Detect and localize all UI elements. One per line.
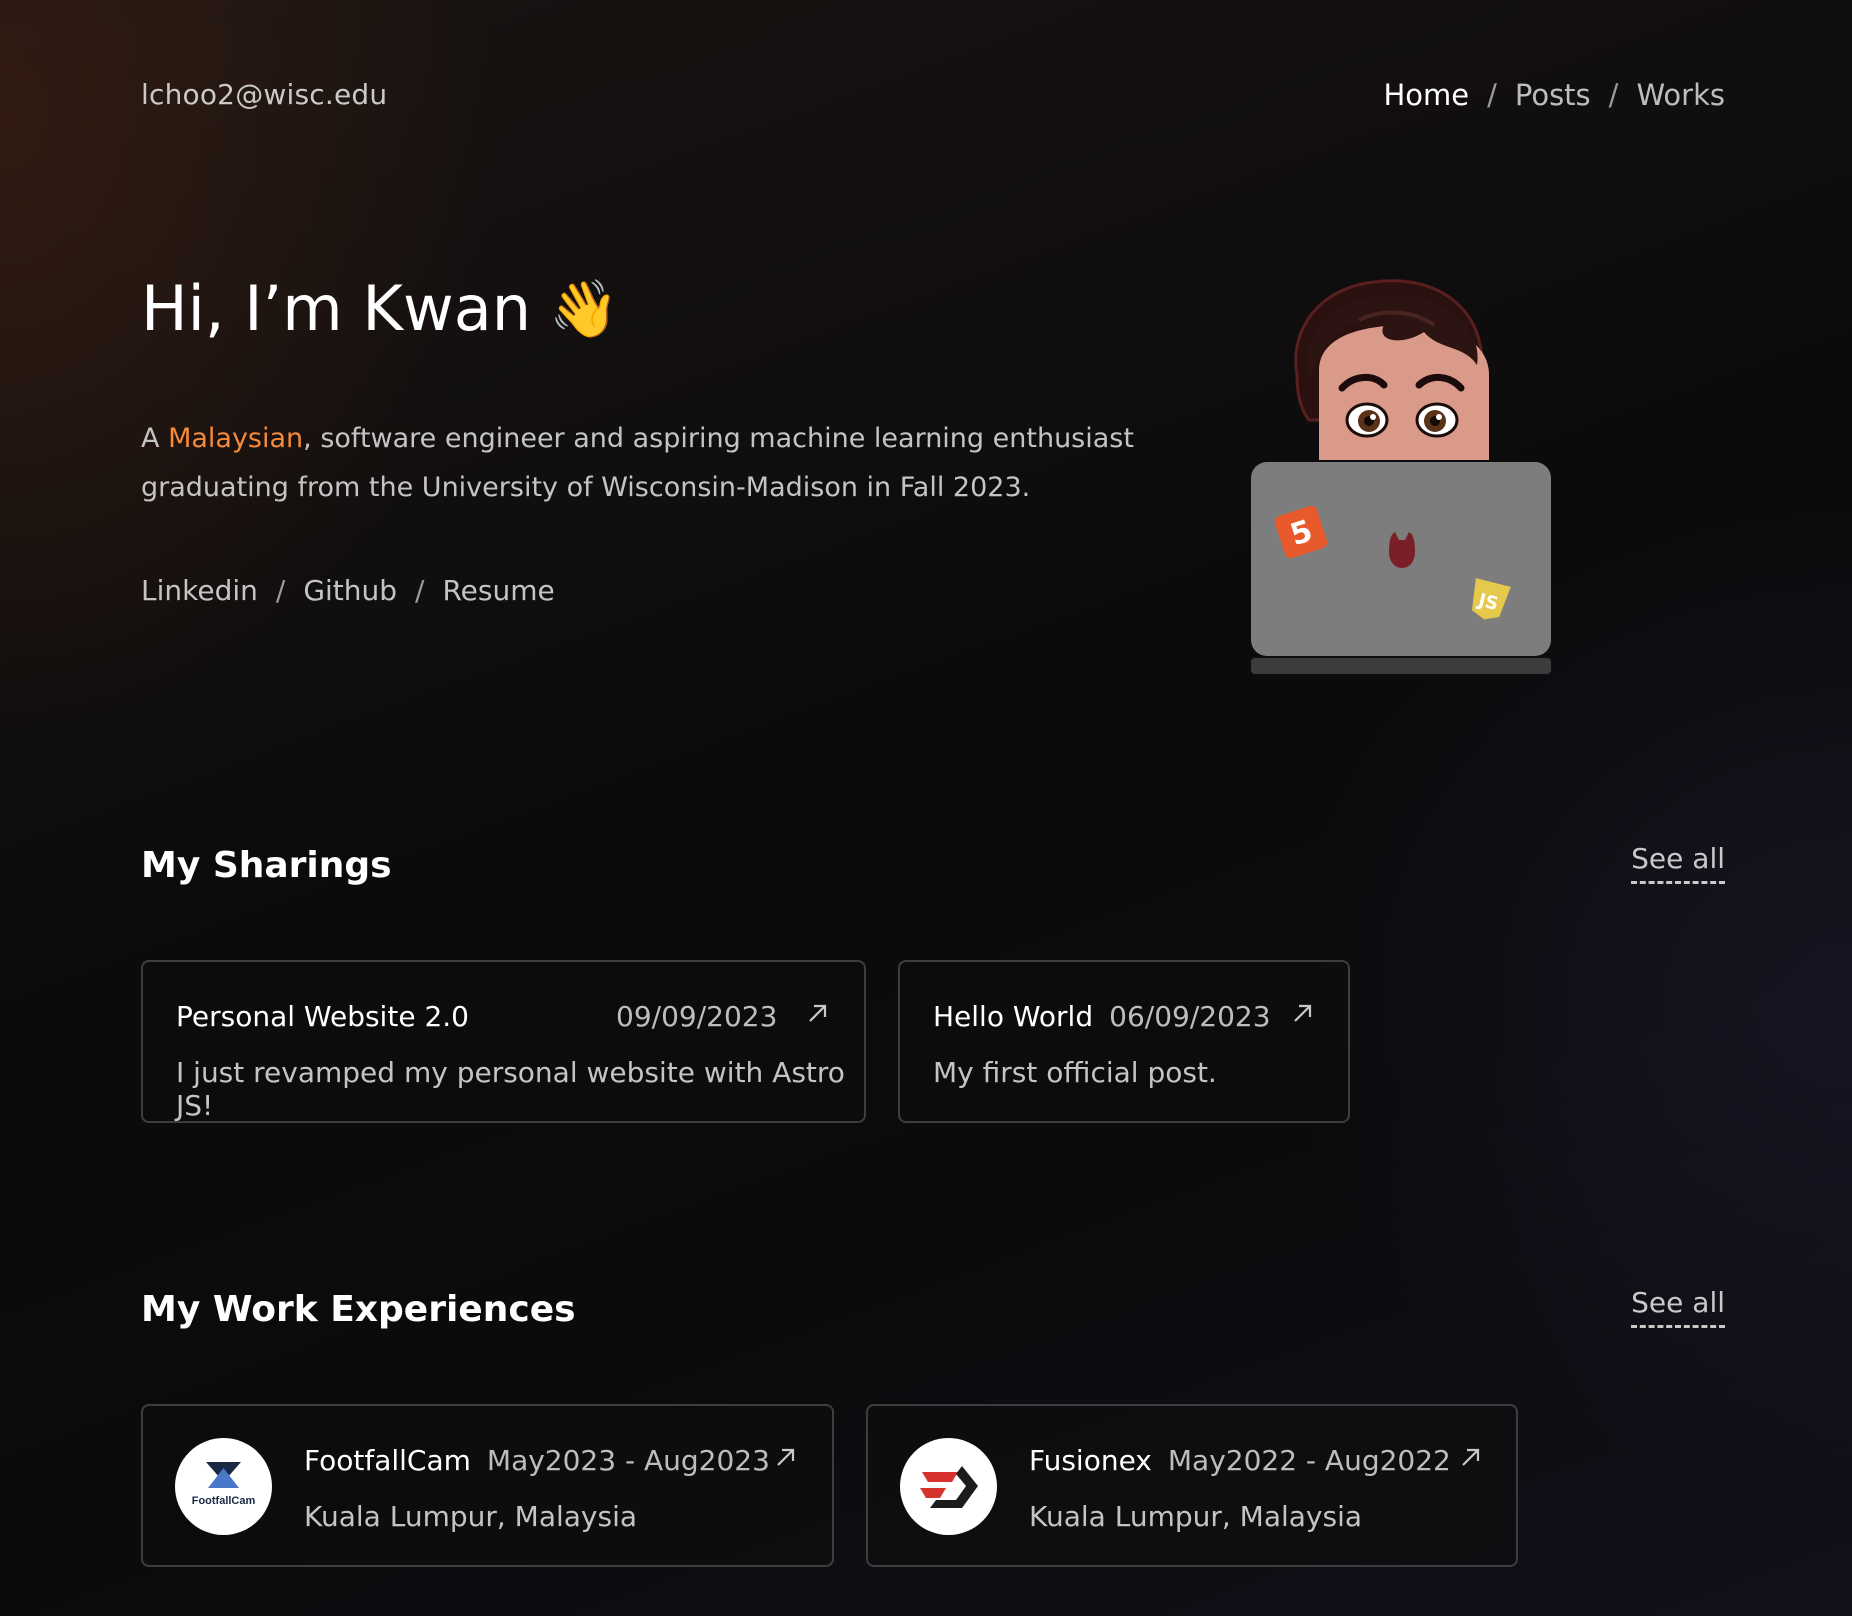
post-card[interactable]: Hello World 06/09/2023 My first official… [898,960,1350,1123]
nav-posts[interactable]: Posts [1515,78,1591,112]
work-card-header: FootfallCam May2023 - Aug2023 [304,1444,770,1477]
post-card-header: Personal Website 2.0 [176,1000,469,1033]
work-period: May2022 - Aug2022 [1167,1444,1451,1477]
sharings-see-all-link[interactable]: See all [1631,842,1725,884]
sharings-title: My Sharings [141,845,392,886]
post-title: Personal Website 2.0 [176,1000,469,1033]
nav-separator: / [1608,78,1619,112]
work-card-header: Fusionex May2022 - Aug2022 [1029,1444,1451,1477]
nav-separator: / [1487,78,1497,112]
link-separator: / [275,574,286,607]
post-description: I just revamped my personal website with… [176,1056,845,1122]
email-link[interactable]: lchoo2@wisc.edu [141,78,387,111]
work-see-all-link[interactable]: See all [1631,1286,1725,1328]
bio-text: A Malaysian, software engineer and aspir… [141,414,1141,512]
github-link[interactable]: Github [303,574,397,607]
memoji-laptop-icon: 5 JS [1251,279,1551,674]
wave-emoji-icon: 👋 [549,276,619,342]
work-card[interactable]: FootfallCam FootfallCam May2023 - Aug202… [141,1404,834,1567]
work-title: My Work Experiences [141,1289,576,1330]
footfallcam-logo-text: FootfallCam [192,1495,256,1507]
external-arrow-icon [777,1448,795,1466]
nav-home[interactable]: Home [1383,78,1469,112]
post-card-header: Hello World 06/09/2023 [933,1000,1271,1033]
resume-link[interactable]: Resume [442,574,554,607]
top-nav: Home / Posts / Works [1383,78,1725,112]
company-name: FootfallCam [304,1444,471,1477]
work-location: Kuala Lumpur, Malaysia [304,1500,638,1533]
footfallcam-logo-graphic: FootfallCam [192,1462,256,1507]
bio-prefix: A [141,423,169,454]
hero-title: Hi, I’m Kwan 👋 [141,272,619,345]
footfallcam-logo-icon: FootfallCam [175,1438,272,1535]
post-title: Hello World [933,1000,1094,1033]
post-card-date-row: 09/09/2023 [616,1000,777,1033]
fusionex-logo-icon [900,1438,997,1535]
bio-accent: Malaysian [168,423,304,454]
post-date: 09/09/2023 [616,1000,778,1033]
link-separator: / [415,574,425,607]
work-card[interactable]: Fusionex May2022 - Aug2022 Kuala Lumpur,… [866,1404,1518,1567]
external-arrow-icon [1294,1004,1312,1022]
post-description: My first official post. [933,1056,1217,1089]
linkedin-link[interactable]: Linkedin [141,574,258,607]
work-period: May2023 - Aug2023 [486,1444,770,1477]
nav-works[interactable]: Works [1636,78,1725,112]
hero-greeting: Hi, I’m Kwan [141,272,532,345]
external-arrow-icon [1462,1448,1480,1466]
social-links: Linkedin / Github / Resume [141,574,555,607]
post-card[interactable]: Personal Website 2.0 09/09/2023 I just r… [141,960,866,1123]
page: lchoo2@wisc.edu Home / Posts / Works Hi,… [141,0,1725,1616]
fusionex-logo-graphic [920,1466,978,1508]
external-arrow-icon [809,1004,827,1022]
work-location: Kuala Lumpur, Malaysia [1029,1500,1363,1533]
post-date: 06/09/2023 [1109,1000,1271,1033]
company-name: Fusionex [1029,1444,1152,1477]
